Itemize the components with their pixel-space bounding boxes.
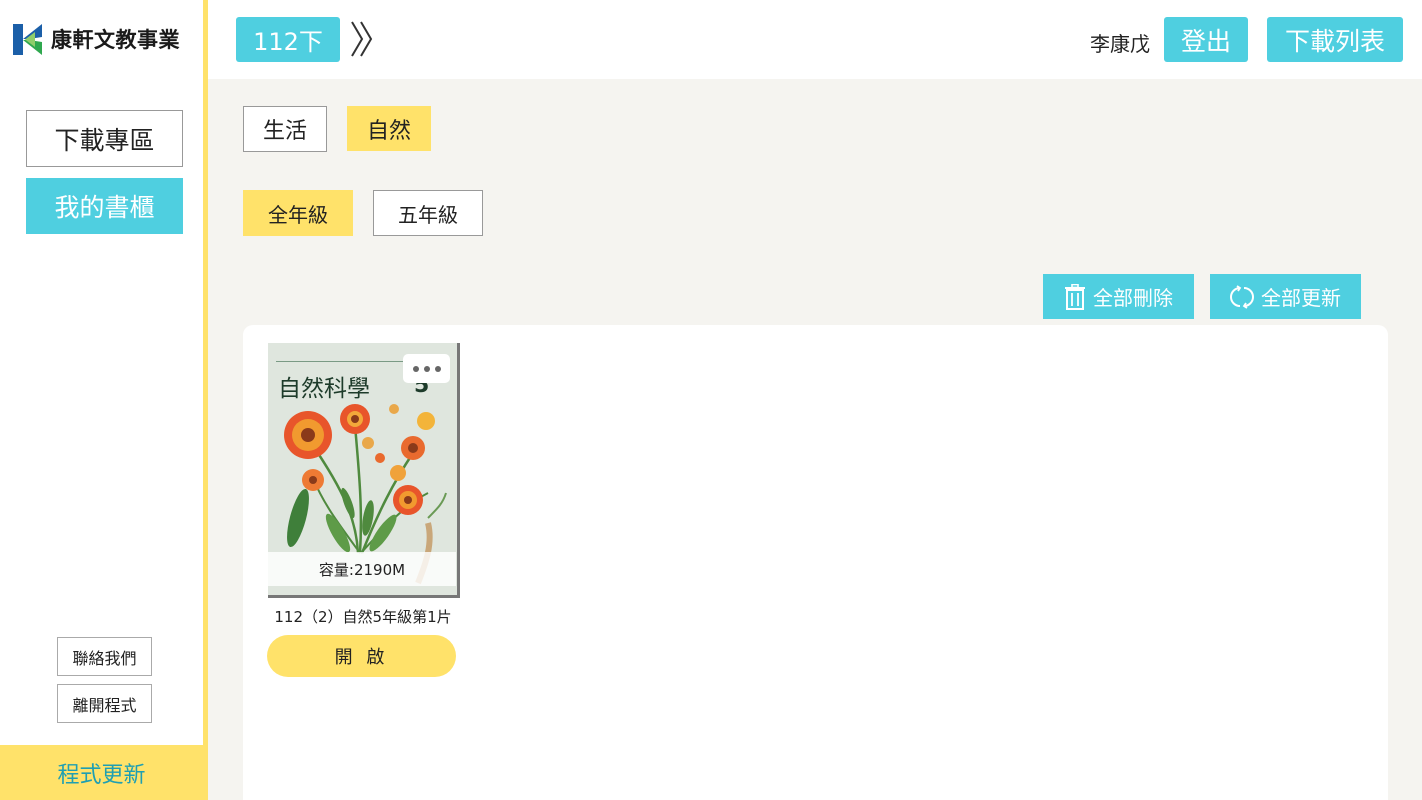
refresh-icon: [1230, 284, 1254, 309]
nav-download-zone[interactable]: 下載專區: [26, 110, 183, 167]
exit-app-button[interactable]: 離開程式: [57, 684, 152, 723]
double-chevron-right-icon[interactable]: [348, 19, 378, 59]
logout-button[interactable]: 登出: [1164, 17, 1248, 62]
subject-tab-nature[interactable]: 自然: [347, 106, 431, 151]
app-update-button[interactable]: 程式更新: [0, 745, 203, 800]
nav-my-bookshelf[interactable]: 我的書櫃: [26, 178, 183, 234]
book-more-options-button[interactable]: [403, 354, 450, 383]
semester-selector[interactable]: 112下: [236, 17, 340, 62]
dot-icon: [434, 365, 441, 372]
trash-icon: [1065, 283, 1085, 310]
delete-all-button[interactable]: 全部刪除: [1043, 274, 1194, 319]
company-logo-icon: [13, 23, 42, 55]
open-book-button[interactable]: 開 啟: [267, 635, 456, 677]
grade-tab-fifth[interactable]: 五年級: [373, 190, 483, 236]
sidebar: 康軒文教事業 下載專區 我的書櫃 聯絡我們 離開程式: [0, 0, 203, 800]
grade-tab-all[interactable]: 全年級: [243, 190, 353, 236]
delete-all-label: 全部刪除: [1093, 286, 1173, 310]
sidebar-divider: [203, 0, 208, 800]
company-name: 康軒文教事業: [51, 28, 180, 52]
dot-icon: [412, 365, 419, 372]
dot-icon: [423, 365, 430, 372]
contact-us-button[interactable]: 聯絡我們: [57, 637, 152, 676]
download-list-button[interactable]: 下載列表: [1267, 17, 1403, 62]
company-logo: 康軒文教事業: [13, 23, 180, 55]
username: 李康戊: [1090, 32, 1150, 56]
update-all-label: 全部更新: [1261, 286, 1341, 310]
update-all-button[interactable]: 全部更新: [1210, 274, 1361, 319]
top-header: 112下 李康戊 登出 下載列表: [208, 0, 1422, 79]
book-title: 112（2）自然5年級第1片: [274, 608, 452, 626]
subject-tab-life[interactable]: 生活: [243, 106, 327, 152]
book-capacity: 容量:2190M: [268, 552, 456, 586]
